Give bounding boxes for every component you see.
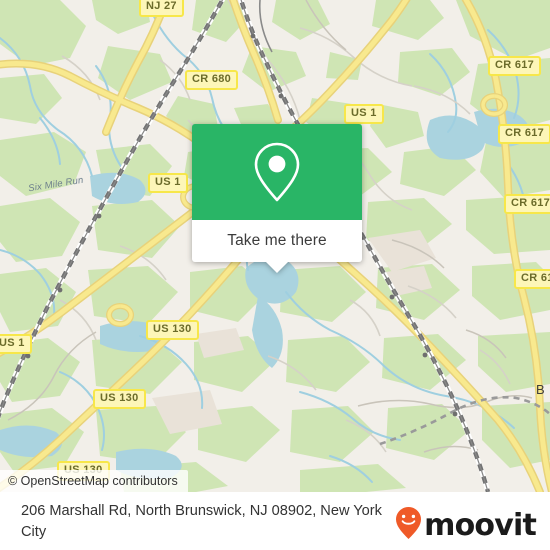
road-shield-cr-617-b: CR 617 [498, 124, 550, 144]
road-shield-cr-617-d: CR 617 [514, 269, 550, 289]
popup-footer[interactable]: Take me there [192, 220, 362, 273]
road-shield-nj-27: NJ 27 [139, 0, 184, 17]
map-attribution[interactable]: © OpenStreetMap contributors [0, 470, 188, 492]
road-shield-us-1-top: US 1 [344, 104, 384, 124]
road-shield-cr-617-a: CR 617 [488, 56, 542, 76]
road-shield-us-130-a: US 130 [146, 320, 199, 340]
location-pin-icon [251, 140, 303, 204]
take-me-there-label: Take me there [227, 232, 327, 249]
place-label-clipped: B [536, 382, 545, 397]
road-shield-cr-617-c: CR 617 [504, 194, 550, 214]
map-canvas[interactable]: NJ 27 CR 680 US 1 CR 617 CR 617 CR 617 C… [0, 0, 550, 492]
popup-header [192, 124, 362, 220]
road-shield-cr-680: CR 680 [185, 70, 239, 90]
moovit-wordmark: moovit [424, 507, 537, 543]
moovit-logo[interactable]: moovit [395, 506, 537, 545]
moovit-pin-icon [395, 506, 422, 545]
moovit-map-screenshot: NJ 27 CR 680 US 1 CR 617 CR 617 CR 617 C… [0, 0, 550, 550]
road-shield-us-1-mid: US 1 [148, 173, 188, 193]
address-text: 206 Marshall Rd, North Brunswick, NJ 089… [21, 503, 382, 540]
popup-pointer-tail [266, 262, 288, 273]
footer-bar: 206 Marshall Rd, North Brunswick, NJ 089… [0, 492, 550, 550]
road-shield-us-1-left: US 1 [0, 334, 32, 354]
road-shield-us-130-b: US 130 [93, 389, 146, 409]
footer-content: 206 Marshall Rd, North Brunswick, NJ 089… [0, 492, 550, 550]
location-popup-card[interactable]: Take me there [192, 124, 362, 273]
